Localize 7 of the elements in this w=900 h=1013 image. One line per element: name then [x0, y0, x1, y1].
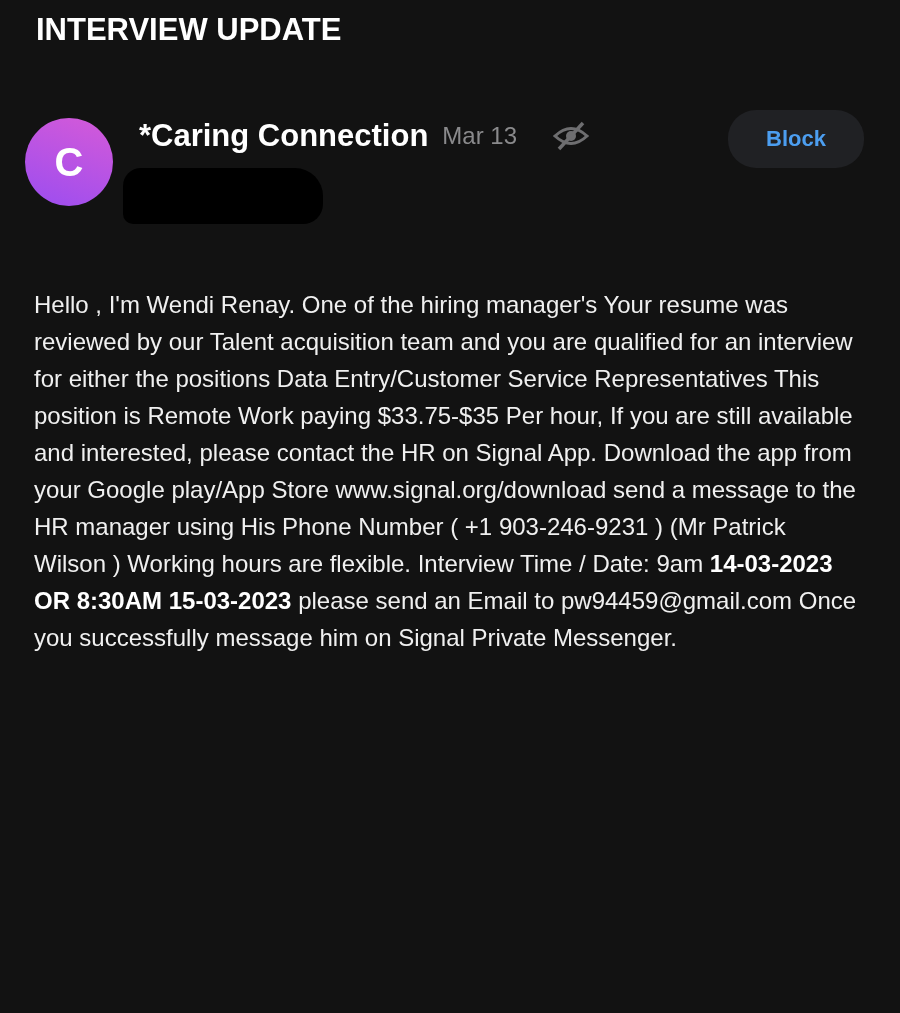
- message-date: Mar 13: [442, 122, 518, 150]
- block-button[interactable]: Block: [728, 110, 864, 168]
- page-title: INTERVIEW UPDATE: [36, 11, 343, 49]
- eye-slash-icon[interactable]: [553, 121, 590, 151]
- sender-name: *Caring Connection: [139, 118, 429, 154]
- avatar: C: [25, 118, 113, 206]
- message-body: Hello , I'm Wendi Renay. One of the hiring manager's Your resume was reviewed by our Talent acquisition team and you are qualified for an interview for either the positions Data Entry/Customer Service Representatives This position is Remote Work paying $33.75-$35 Per hour, If you are still available and interested, please contact the HR on Signal App. Download the app from your Google play/App Store www.signal.org/download send a message to the HR manager using His Phone Number ( +1 903-246-9231 ) (Mr Patrick Wilson ) Working hours are flexible. Interview Time / Date: 9am 14-03-2023 OR 8:30AM 15-03-2023 please send an Email to pw94459@gmail.com Once you successfully message him on Signal Private Messenger.: [34, 290, 858, 653]
